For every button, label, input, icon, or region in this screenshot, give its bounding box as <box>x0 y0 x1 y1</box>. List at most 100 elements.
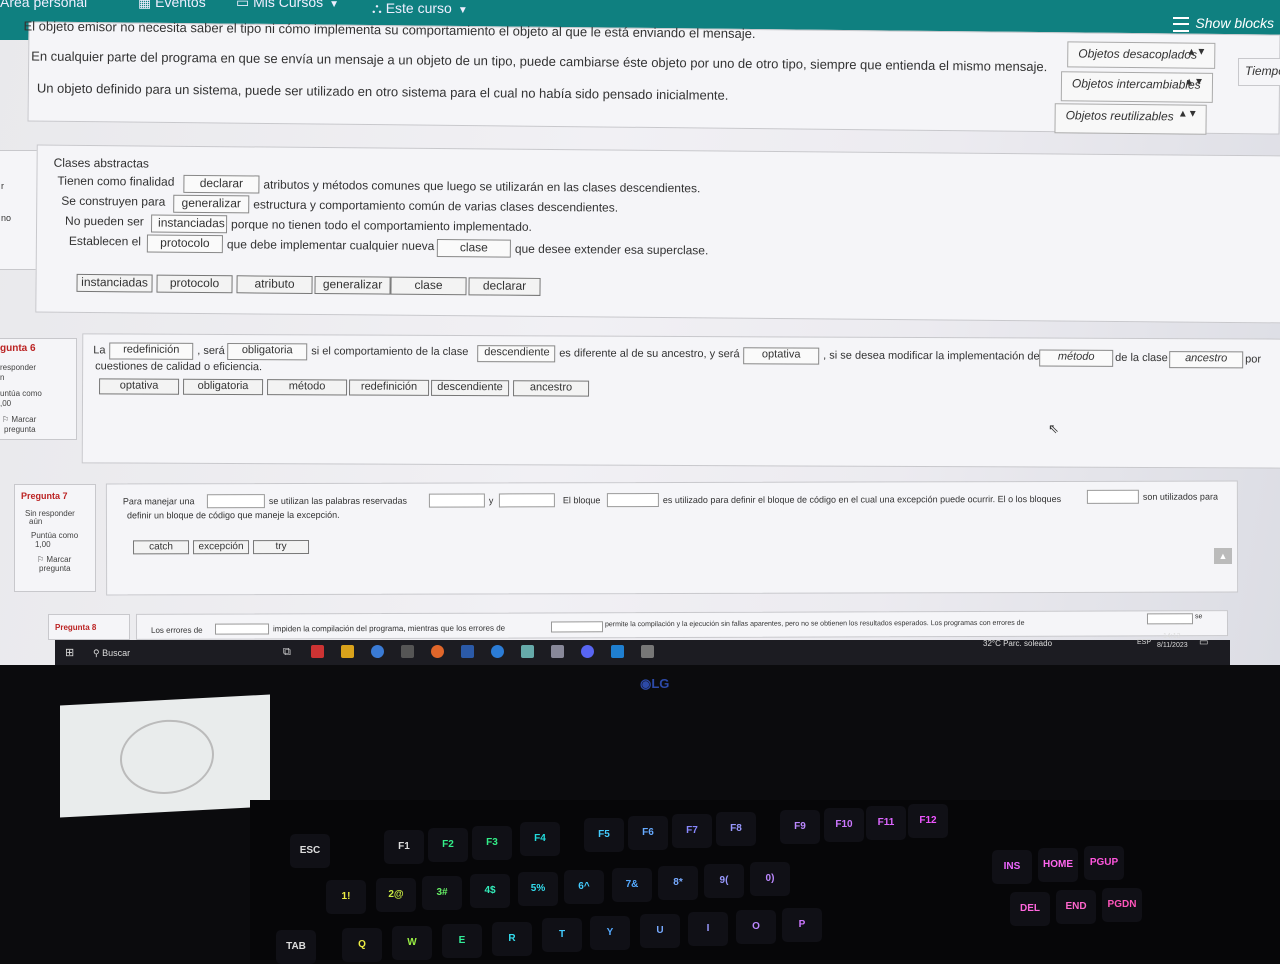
q6-chip-3[interactable]: método <box>267 379 348 396</box>
app-icon-discord[interactable] <box>581 645 594 658</box>
q6-text-es: es diferente al de su ancestro, y será <box>559 347 740 361</box>
app-icon-other[interactable] <box>641 645 654 658</box>
flag-question-6[interactable]: ⚐ Marcar <box>2 415 36 425</box>
q5-drop-5[interactable]: clase <box>436 239 511 258</box>
task-view-icon[interactable]: ⧉ <box>283 646 291 659</box>
matching-statement-3: Un objeto definido para un sistema, pued… <box>36 80 729 103</box>
nav-este-curso[interactable]: ⛬ Este curso ▼ <box>372 0 468 17</box>
q5-chip-4[interactable]: generalizar <box>314 275 391 295</box>
question-7-score-2: 1,00 <box>35 540 51 549</box>
q7-chip-3[interactable]: try <box>253 539 310 555</box>
nav-eventos[interactable]: ▦ Eventos <box>138 0 206 11</box>
q8-blank-1[interactable] <box>214 623 270 635</box>
app-icon-browser[interactable] <box>371 645 384 658</box>
select-answer-3[interactable]: Objetos reutilizables ▲▼ <box>1054 103 1207 135</box>
q6-text-sera: , será <box>197 344 225 357</box>
q7-chip-1[interactable]: catch <box>133 540 190 555</box>
question-8-info: Pregunta 8 <box>48 614 130 640</box>
app-icon-netbeans[interactable] <box>461 645 474 658</box>
language-indicator[interactable]: ESP <box>1137 639 1151 646</box>
q5-drop-3[interactable]: instanciadas <box>150 214 228 234</box>
monitor-brand: LG <box>651 676 670 691</box>
select-answer-1-value: Objetos desacoplados <box>1078 46 1198 62</box>
weather-status[interactable]: 32°C Parc. soleado <box>983 639 1052 648</box>
side-block: Tiempo <box>1238 58 1280 86</box>
q8-blank-2[interactable] <box>550 621 604 633</box>
windows-start-icon[interactable]: ⊞ <box>65 646 74 659</box>
q5-chip-1[interactable]: instanciadas <box>76 273 153 293</box>
key-f7: F7 <box>672 814 712 848</box>
select-answer-3-value: Objetos reutilizables <box>1065 108 1174 124</box>
q7-blank-5[interactable] <box>1086 489 1139 504</box>
question-5-title: Clases abstractas <box>53 155 150 171</box>
q6-drop-4[interactable]: optativa <box>743 347 820 365</box>
q6-chip-1[interactable]: optativa <box>99 378 180 395</box>
q5-line4-rest: que desee extender esa superclase. <box>514 241 709 258</box>
app-icon-tool[interactable] <box>521 645 534 658</box>
select-answer-1[interactable]: Objetos desacoplados ▲▼ <box>1067 41 1216 69</box>
q5-line1-rest: atributos y métodos comunes que luego se… <box>263 177 701 196</box>
q7-blank-2[interactable] <box>428 493 485 508</box>
clock-date[interactable]: 8/11/2023 <box>1157 642 1188 649</box>
flag-question-7-label-2: pregunta <box>39 564 71 573</box>
q7-blank-3[interactable] <box>498 493 555 508</box>
q6-drop-2[interactable]: obligatoria <box>227 342 308 361</box>
q7-blank-4[interactable] <box>606 493 659 508</box>
q5-chip-2[interactable]: protocolo <box>156 274 233 294</box>
q8-text-2: impiden la compilación del programa, mie… <box>272 623 506 634</box>
nav-area-personal[interactable]: Área personal <box>0 0 87 10</box>
matching-statement-2: En cualquier parte del programa en que s… <box>31 48 1048 75</box>
select-answer-2-value: Objetos intercambiables <box>1071 76 1201 92</box>
q5-chip-6[interactable]: declarar <box>468 277 541 296</box>
q6-chip-6[interactable]: ancestro <box>513 380 590 397</box>
q5-chip-5[interactable]: clase <box>390 276 467 296</box>
q6-chip-5[interactable]: descendiente <box>431 379 510 397</box>
app-icon-settings[interactable] <box>551 645 564 658</box>
q5-chip-3[interactable]: atributo <box>236 275 313 294</box>
q5-drop-4[interactable]: protocolo <box>146 234 223 254</box>
q6-drop-6[interactable]: ancestro <box>1169 351 1244 369</box>
app-icon-files[interactable] <box>341 645 354 658</box>
question-6-info: gunta 6 responder n untúa como ,00 ⚐ Mar… <box>0 338 77 440</box>
q7-text-6: son utilizados para <box>1142 491 1218 502</box>
q6-drop-3[interactable]: descendiente <box>477 345 556 363</box>
app-icon-vscode[interactable] <box>611 645 624 658</box>
app-icon-brave[interactable] <box>311 645 324 658</box>
q8-text-4: se <box>1194 613 1203 621</box>
q5-line3-rest: porque no tienen todo el comportamiento … <box>231 217 532 234</box>
q7-chip-2[interactable]: excepción <box>193 540 250 555</box>
flag-question-7-label: Marcar <box>46 555 72 564</box>
app-icon-firefox[interactable] <box>431 645 444 658</box>
nav-mis-cursos[interactable]: ▭ Mis Cursos ▼ <box>236 0 339 11</box>
app-icon-zoom[interactable] <box>491 645 504 658</box>
show-blocks-button[interactable]: Show blocks <box>1173 15 1274 32</box>
side-block-title: Tiempo <box>1245 64 1280 78</box>
app-icon-store[interactable] <box>401 645 414 658</box>
nav-mis-cursos-label: Mis Cursos <box>253 0 324 10</box>
notification-icon[interactable]: ▭ <box>1199 637 1208 648</box>
q7-line2: definir un bloque de código que maneje l… <box>126 509 340 521</box>
q8-blank-3[interactable] <box>1146 613 1194 625</box>
question-8-number: Pregunta 8 <box>55 623 97 632</box>
key-4: 4$ <box>470 874 510 908</box>
select-answer-2[interactable]: Objetos intercambiables ▲▼ <box>1060 71 1214 103</box>
key-0: 0) <box>750 862 790 896</box>
scroll-top-button[interactable]: ▲ <box>1214 548 1232 564</box>
key-2: 2@ <box>376 878 416 912</box>
q5-line3-text: No pueden ser <box>65 213 144 229</box>
q6-chip-4[interactable]: redefinición <box>349 379 430 396</box>
q6-drop-1[interactable]: redefinición <box>109 342 194 360</box>
q6-text-si2: , si se desea modificar la implementació… <box>823 349 1043 363</box>
flag-icon: ⚐ <box>37 555 47 564</box>
clock-time[interactable]: 14:12 <box>1163 633 1181 640</box>
chevron-down-icon: ▼ <box>457 5 468 16</box>
q5-drop-2[interactable]: generalizar <box>173 194 250 214</box>
q5-drop-1[interactable]: declarar <box>183 174 260 194</box>
q6-chip-2[interactable]: obligatoria <box>183 378 264 396</box>
key-del: DEL <box>1010 892 1050 926</box>
taskbar-search[interactable]: ⚲ Buscar <box>93 648 130 659</box>
question-7-panel: Para manejar una se utilizan las palabra… <box>105 480 1239 596</box>
q6-drop-5[interactable]: método <box>1039 349 1114 367</box>
updown-icon: ▲▼ <box>1177 108 1198 120</box>
q7-blank-1[interactable] <box>206 494 265 509</box>
